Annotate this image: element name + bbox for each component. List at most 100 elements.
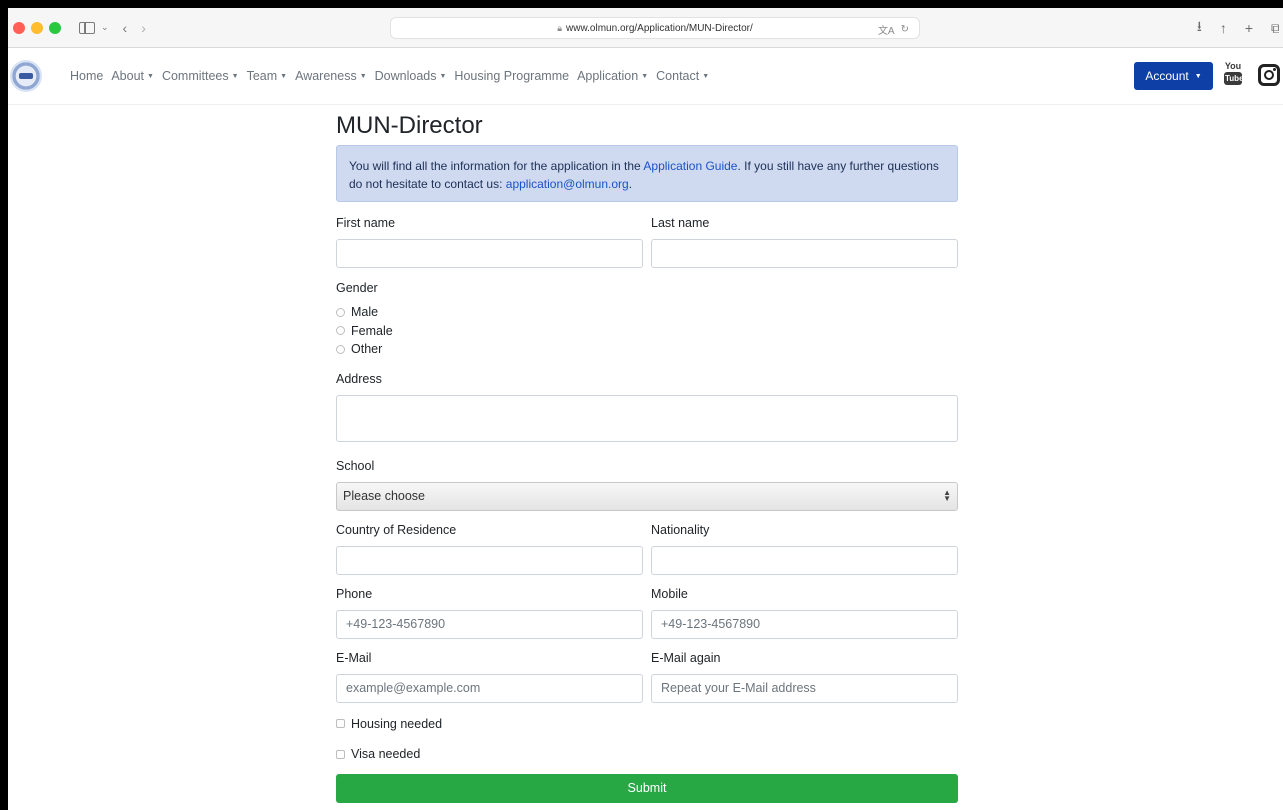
nav-item-contact[interactable]: Contact ▼ (656, 69, 709, 83)
radio-button[interactable] (336, 307, 345, 317)
phone-label: Phone (336, 586, 373, 601)
nav-item-application[interactable]: Application ▼ (577, 69, 648, 83)
olmun-logo[interactable] (10, 60, 42, 92)
nav-label: Awareness (295, 69, 357, 83)
back-button[interactable]: ‹ (123, 20, 128, 36)
page-title: MUN-Director (336, 112, 483, 139)
submit-button[interactable]: Submit (336, 773, 958, 803)
nav-label: Housing Programme (454, 69, 570, 83)
share-icon[interactable]: ↑ (1220, 20, 1227, 36)
school-selected-value: Please choose (343, 489, 426, 503)
address-bar[interactable]: 🔒︎ www.olmun.org/Application/MUN-Directo… (390, 17, 920, 39)
close-window-button[interactable] (13, 21, 25, 34)
youtube-logo-top: You (1224, 61, 1242, 71)
gender-label: Gender (336, 281, 378, 295)
phone-row: Phone Mobile (336, 587, 958, 639)
nav-links: Home About ▼ Committees ▼ Team ▼ Awareness ▼… (70, 69, 717, 83)
caret-down-icon: ▼ (641, 73, 649, 81)
visa-checkbox[interactable] (336, 749, 345, 759)
account-button[interactable]: Account ▼ (1134, 62, 1213, 90)
housing-checkbox-row[interactable]: Housing needed (336, 715, 958, 734)
first-name-input[interactable] (336, 239, 643, 268)
application-email-link[interactable]: application@olmun.org (506, 177, 629, 191)
radio-button[interactable] (336, 326, 345, 336)
sidebar-toggle-button[interactable]: ⌄ (79, 21, 109, 34)
gender-option-male[interactable]: Male (336, 303, 958, 322)
info-text: . (628, 177, 633, 191)
forward-button[interactable]: › (141, 20, 146, 36)
email-again-input[interactable] (651, 673, 958, 703)
browser-window: ⌄ ‹ › 🔒︎ www.olmun.org/Application/MUN-D… (8, 8, 1283, 810)
translate-icon[interactable]: 文A (878, 22, 895, 37)
caret-down-icon: ▼ (231, 73, 239, 81)
new-tab-icon[interactable]: + (1245, 20, 1253, 36)
mobile-input[interactable] (651, 609, 958, 639)
nav-label: Home (70, 69, 104, 83)
minimize-window-button[interactable] (31, 21, 43, 34)
info-alert: You will find all the information for th… (336, 145, 958, 202)
radio-label: Male (351, 305, 379, 320)
radio-label: Other (351, 342, 383, 357)
nav-label: Downloads (374, 69, 437, 83)
email-label: E-Mail (336, 650, 372, 665)
nav-item-team[interactable]: Team ▼ (247, 69, 288, 83)
radio-button[interactable] (336, 344, 345, 354)
address-group: Address (336, 372, 958, 447)
country-input[interactable] (336, 545, 643, 575)
download-icon[interactable]: ⭳ (1197, 16, 1202, 40)
school-label: School (336, 458, 375, 473)
nav-item-about[interactable]: About ▼ (111, 69, 154, 83)
last-name-input[interactable] (651, 239, 958, 268)
visa-label: Visa needed (351, 747, 421, 762)
nav-item-downloads[interactable]: Downloads ▼ (375, 69, 447, 83)
housing-label: Housing needed (351, 716, 443, 731)
email-again-label: E-Mail again (651, 650, 721, 665)
nav-label: Team (246, 69, 278, 83)
chevron-right-icon: › (141, 19, 146, 36)
nav-label: About (111, 69, 145, 83)
nav-item-housing-programme[interactable]: Housing Programme (454, 69, 569, 83)
gender-option-female[interactable]: Female (336, 322, 958, 341)
application-guide-link[interactable]: Application Guide (643, 159, 737, 173)
info-text: You will find all the information for th… (349, 159, 644, 173)
school-select[interactable]: Please choose ▲ ▼ (336, 481, 958, 511)
reload-icon[interactable]: ↻ (901, 24, 909, 35)
housing-checkbox[interactable] (336, 719, 345, 729)
chevron-left-icon: ‹ (122, 19, 128, 36)
phone-input[interactable] (336, 609, 643, 639)
tab-overview-icon[interactable]: ⧉ (1271, 20, 1279, 37)
address-label: Address (336, 371, 382, 386)
name-row: First name Last name (336, 216, 958, 268)
chevron-down-icon: ⌄ (101, 22, 109, 32)
country-row: Country of Residence Nationality (336, 523, 958, 575)
url-tools: 文A ↻ (878, 18, 909, 40)
nav-item-awareness[interactable]: Awareness ▼ (295, 69, 367, 83)
instagram-icon[interactable] (1258, 64, 1280, 86)
site-navbar: Home About ▼ Committees ▼ Team ▼ Awareness ▼… (8, 48, 1283, 105)
nav-label: Contact (656, 69, 700, 83)
address-textarea[interactable] (336, 394, 958, 442)
application-form-container: MUN-Director You will find all the infor… (336, 111, 958, 803)
gender-group: Gender Male Female Other (336, 281, 958, 359)
nav-item-committees[interactable]: Committees ▼ (162, 69, 239, 83)
caret-down-icon: ▼ (439, 73, 447, 81)
youtube-icon[interactable]: You Tube (1224, 61, 1244, 88)
first-name-label: First name (336, 216, 396, 230)
caret-down-icon: ▼ (147, 73, 154, 81)
radio-label: Female (351, 323, 393, 338)
url-text: www.olmun.org/Application/MUN-Director/ (566, 22, 753, 34)
nav-label: Committees (161, 69, 229, 83)
zoom-window-button[interactable] (49, 21, 61, 34)
nationality-input[interactable] (651, 545, 958, 575)
gender-option-other[interactable]: Other (336, 340, 958, 359)
email-input[interactable] (336, 673, 643, 703)
caret-down-icon: ▼ (702, 73, 710, 81)
visa-checkbox-row[interactable]: Visa needed (336, 745, 958, 764)
nav-item-home[interactable]: Home (70, 69, 103, 83)
sidebar-icon (79, 21, 95, 34)
last-name-label: Last name (651, 216, 710, 230)
country-label: Country of Residence (336, 522, 457, 537)
caret-down-icon: ▼ (359, 73, 367, 81)
caret-down-icon: ▼ (280, 73, 288, 81)
mobile-label: Mobile (651, 586, 688, 601)
